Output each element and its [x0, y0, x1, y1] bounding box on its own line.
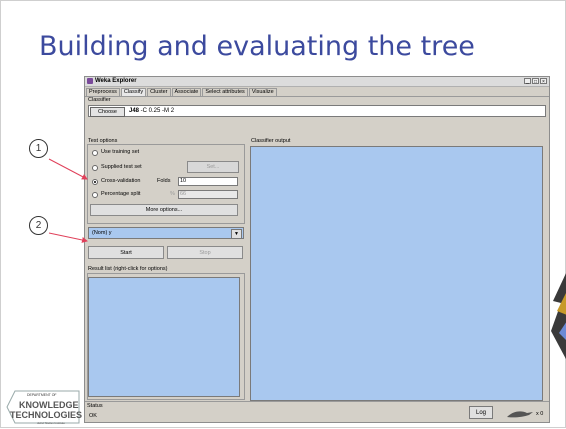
logo-line-4: Jožef Stefan Institute	[37, 421, 66, 425]
decorative-side-graphic	[551, 273, 566, 360]
logo-line-2: KNOWLEDGE	[19, 400, 79, 410]
callout-2-arrow	[48, 232, 88, 243]
callout-arrows	[48, 158, 88, 243]
department-logo: DEPARTMENT OF KNOWLEDGE TECHNOLOGIES Jož…	[5, 389, 83, 425]
logo-line-3: TECHNOLOGIES	[10, 410, 83, 420]
logo-line-1: DEPARTMENT OF	[27, 393, 57, 397]
callout-1-arrow	[48, 158, 88, 180]
slide: Building and evaluating the tree Weka Ex…	[0, 0, 566, 428]
